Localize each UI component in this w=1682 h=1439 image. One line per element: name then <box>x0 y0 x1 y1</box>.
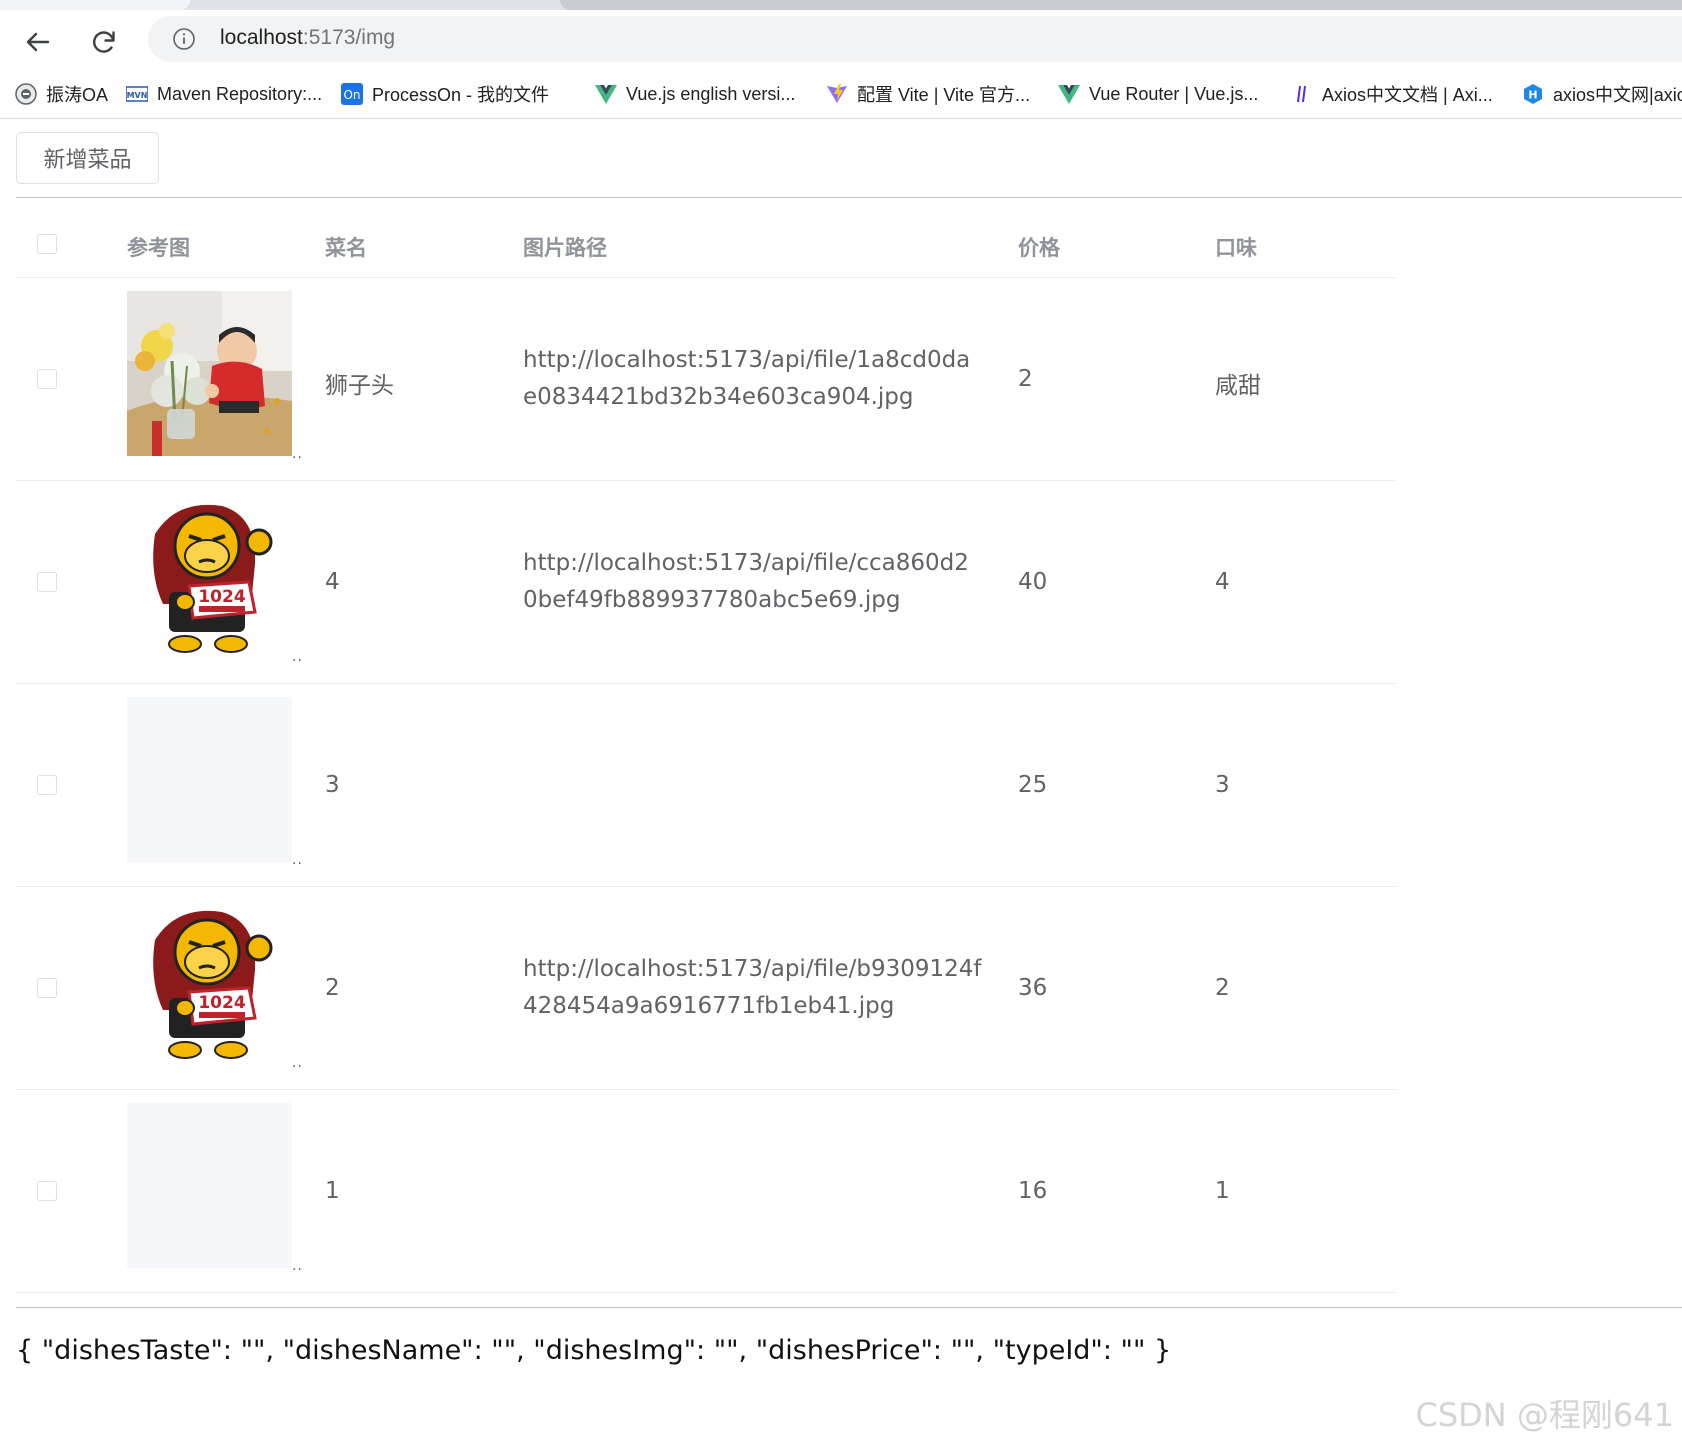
address-bar[interactable]: localhost:5173/img <box>148 16 1682 62</box>
monkey-mascot-image: 1024 <box>153 504 273 653</box>
table-row: .. 1 16 1 <box>16 1090 1396 1293</box>
table-row: 1024 .. 4 http://localhost:5173/api/file… <box>16 481 1396 684</box>
dish-photo[interactable]: 1024 <box>127 494 292 659</box>
bookmark-label: ProcessOn - 我的文件 <box>372 85 550 105</box>
bookmark-vuejs[interactable]: Vue.js english versi... <box>595 80 795 108</box>
dish-taste: 3 <box>1215 772 1230 798</box>
row-checkbox[interactable] <box>37 1181 57 1201</box>
image-placeholder[interactable] <box>127 697 292 862</box>
dish-photo[interactable] <box>127 291 292 456</box>
arrow-left-icon <box>26 32 50 52</box>
processon-icon: On <box>341 83 363 105</box>
reload-button[interactable] <box>84 22 124 62</box>
bookmark-vite[interactable]: 配置 Vite | Vite 官方... <box>826 80 1030 108</box>
dish-taste: 2 <box>1215 975 1230 1001</box>
bookmark-label: 振涛OA <box>46 85 109 105</box>
column-header-taste: 口味 <box>1215 236 1257 260</box>
bookmark-axios-cn[interactable]: H axios中文网|axios <box>1522 80 1682 108</box>
column-header-name: 菜名 <box>325 236 367 260</box>
svg-text:1024: 1024 <box>198 587 245 607</box>
bookmark-label: Vue.js english versi... <box>626 83 796 104</box>
image-overflow-marker: .. <box>292 446 303 462</box>
dishes-table: 参考图 菜名 图片路径 价格 口味 .. 狮子头 http://localhos… <box>16 212 1396 1293</box>
dish-taste: 咸甜 <box>1215 373 1261 399</box>
image-overflow-marker: .. <box>292 1055 303 1071</box>
tab-strip <box>0 0 1682 10</box>
dish-name: 狮子头 <box>325 373 394 399</box>
svg-text:H: H <box>1528 89 1537 102</box>
tab-active[interactable] <box>0 0 190 10</box>
dish-name: 3 <box>325 772 340 798</box>
form-data-json: { "dishesTaste": "", "dishesName": "", "… <box>16 1335 1172 1366</box>
row-checkbox[interactable] <box>37 369 57 389</box>
url-host: localhost <box>220 26 303 49</box>
row-checkbox[interactable] <box>37 775 57 795</box>
dish-price: 36 <box>1018 975 1048 1001</box>
bookmark-maven[interactable]: MVN Maven Repository:... <box>126 80 322 108</box>
back-button[interactable] <box>18 22 58 62</box>
url-text: localhost:5173/img <box>220 26 395 50</box>
dish-price: 40 <box>1018 569 1048 595</box>
bookmark-label: Vue Router | Vue.js... <box>1089 83 1259 104</box>
dish-price: 2 <box>1018 366 1033 392</box>
tab-inactive[interactable] <box>560 0 1682 10</box>
vue-icon <box>1058 83 1080 105</box>
image-path: http://localhost:5173/api/file/cca860d20… <box>523 550 969 613</box>
watermark: CSDN @程刚641 <box>1415 1396 1675 1434</box>
dish-price: 25 <box>1018 772 1048 798</box>
table-header: 参考图 菜名 图片路径 价格 口味 <box>16 212 1396 278</box>
bookmark-label: Axios中文文档 | Axi... <box>1322 85 1493 105</box>
bookmarks-bar: 振涛OA MVN Maven Repository:... On Process… <box>0 70 1682 118</box>
dish-name: 2 <box>325 975 340 1001</box>
table-row: .. 3 25 3 <box>16 684 1396 887</box>
browser-toolbar: localhost:5173/img <box>0 10 1682 70</box>
oa-icon <box>15 83 37 105</box>
column-header-path: 图片路径 <box>523 236 607 260</box>
bookmark-label: Maven Repository:... <box>157 83 323 104</box>
image-overflow-marker: .. <box>292 852 303 868</box>
image-path: http://localhost:5173/api/file/1a8cd0dae… <box>523 347 971 410</box>
row-checkbox[interactable] <box>37 572 57 592</box>
add-dish-button[interactable]: 新增菜品 <box>16 132 159 184</box>
bookmark-processon[interactable]: On ProcessOn - 我的文件 <box>341 80 549 108</box>
dish-price: 16 <box>1018 1178 1048 1204</box>
url-path: :5173/img <box>302 26 396 49</box>
column-header-price: 价格 <box>1018 236 1060 260</box>
bookmark-label: 配置 Vite | Vite 官方... <box>857 85 1031 105</box>
image-path: http://localhost:5173/api/file/b9309124f… <box>523 956 982 1019</box>
dish-photo[interactable]: 1024 <box>127 900 292 1065</box>
divider-bottom <box>16 1307 1682 1308</box>
maven-icon: MVN <box>126 83 148 105</box>
divider-top <box>16 197 1682 198</box>
dish-name: 1 <box>325 1178 340 1204</box>
vite-icon <box>826 83 848 105</box>
child-with-flowers-image <box>127 291 292 456</box>
bookmark-vue-router[interactable]: Vue Router | Vue.js... <box>1058 80 1258 108</box>
table-row: .. 狮子头 http://localhost:5173/api/file/1a… <box>16 278 1396 481</box>
table-row: 1024 .. 2 http://localhost:5173/api/file… <box>16 887 1396 1090</box>
svg-text:On: On <box>343 88 360 102</box>
row-checkbox[interactable] <box>37 978 57 998</box>
bookmark-label: axios中文网|axios <box>1553 85 1682 105</box>
image-placeholder[interactable] <box>127 1103 292 1268</box>
monkey-mascot-image: 1024 <box>153 910 273 1059</box>
bookmark-zhentao-oa[interactable]: 振涛OA <box>15 80 108 108</box>
svg-text:1024: 1024 <box>198 993 245 1013</box>
dish-name: 4 <box>325 569 340 595</box>
h-icon: H <box>1522 83 1544 105</box>
column-header-image: 参考图 <box>127 236 190 260</box>
svg-text:MVN: MVN <box>127 91 148 100</box>
dish-taste: 1 <box>1215 1178 1230 1204</box>
axios-icon <box>1291 83 1313 105</box>
reload-icon <box>93 31 115 53</box>
bookmark-axios-docs[interactable]: Axios中文文档 | Axi... <box>1291 80 1493 108</box>
vue-icon <box>595 83 617 105</box>
select-all-checkbox[interactable] <box>37 234 57 254</box>
image-overflow-marker: .. <box>292 649 303 665</box>
toolbar-divider <box>0 118 1682 119</box>
image-overflow-marker: .. <box>292 1258 303 1274</box>
info-icon[interactable] <box>172 27 196 51</box>
dish-taste: 4 <box>1215 569 1230 595</box>
